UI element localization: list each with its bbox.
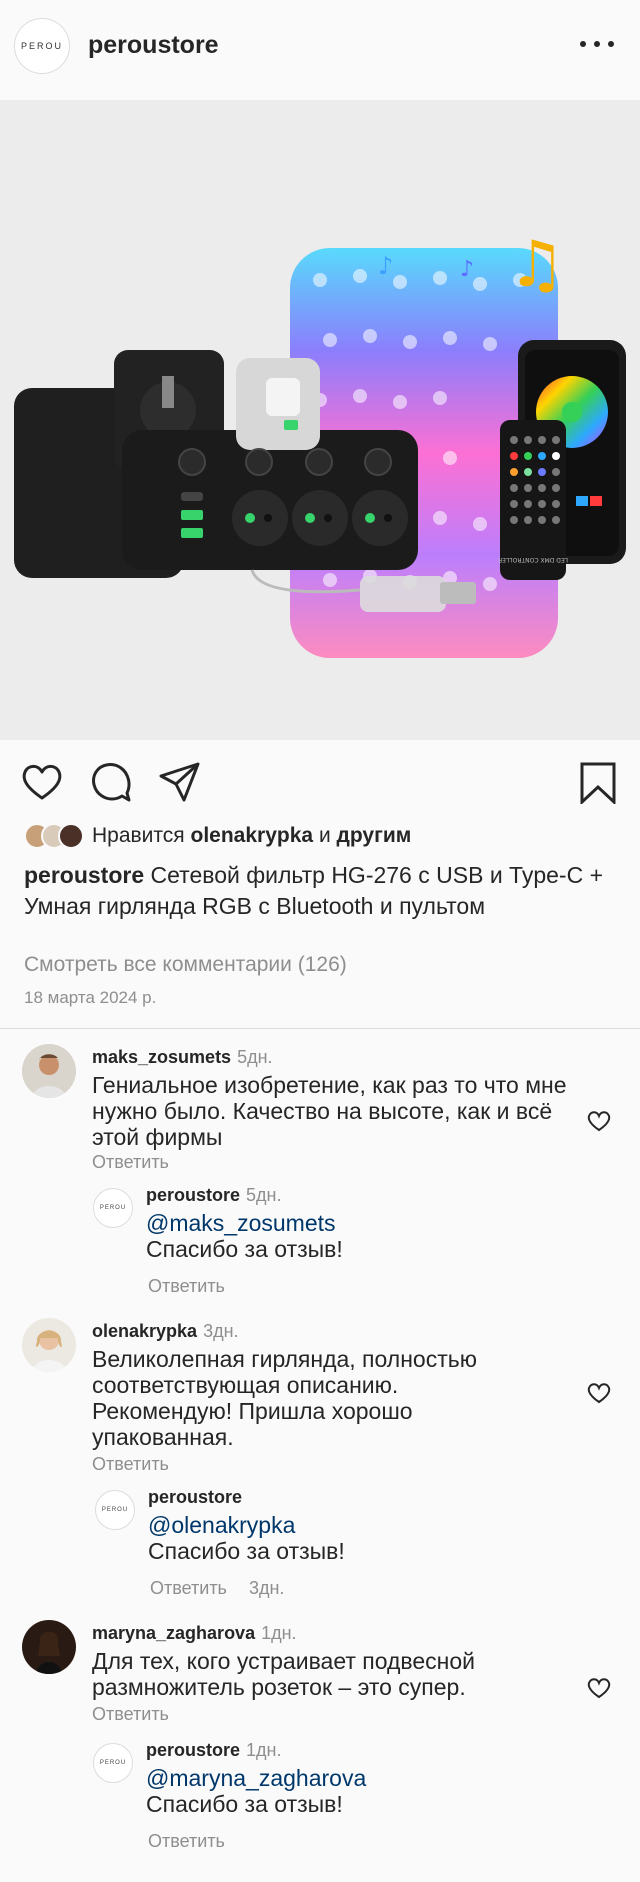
reply-time: 1дн. [246,1740,282,1760]
product-illustration: ♫ ♪ ♪ LED DMX CONTROLLER [14,228,626,658]
comment-username[interactable]: olenakrypka [92,1321,197,1341]
remote-label: LED DMX CONTROLLER [498,556,568,563]
brand-logo-text: PEROU [101,1507,129,1513]
likes-prefix: Нравится [92,824,185,847]
reply-link-label[interactable]: Ответить [148,1831,225,1851]
commenter-avatar[interactable] [22,1620,76,1674]
reply-text: Спасибо за отзыв! [146,1791,343,1817]
reply-link: Ответить [148,1276,247,1297]
brand-logo-text: PEROU [99,1205,127,1211]
commenter-avatar[interactable] [22,1044,76,1098]
likes-others[interactable]: другим [337,824,412,848]
comment-header: maks_zosumets 5дн. [92,1047,273,1068]
reply-link[interactable]: Ответить [92,1152,169,1173]
post-date: 18 марта 2024 р. [24,988,157,1007]
comment-username[interactable]: maryna_zagharova [92,1623,255,1643]
reply-link: Ответить [148,1831,247,1852]
comment-like-icon[interactable] [586,1676,612,1700]
reply-time: 5дн. [246,1185,282,1205]
post-header: PEROU peroustore [0,0,640,100]
reply-link: Ответить 3дн. [150,1578,284,1599]
likes-user[interactable]: olenakrypka [191,824,314,848]
reply-link-label[interactable]: Ответить [148,1276,225,1296]
comment-like-icon[interactable] [586,1381,612,1405]
reply-link[interactable]: Ответить [92,1454,169,1475]
reply-username[interactable]: peroustore [146,1185,240,1205]
reply-mention[interactable]: @maryna_zagharova [146,1765,366,1791]
bookmark-icon[interactable] [576,760,620,804]
reply-mention[interactable]: @maks_zosumets [146,1210,336,1236]
brand-logo-text: PEROU [20,41,63,51]
brand-avatar[interactable]: PEROU [14,18,70,74]
reply-link[interactable]: Ответить [92,1704,169,1725]
reply-header: peroustore 1дн. [146,1740,282,1761]
reply-link-label[interactable]: Ответить [150,1578,227,1598]
comment-text: Для тех, кого устраивает подвесной размн… [92,1648,476,1700]
reply-avatar[interactable]: PEROU [93,1188,133,1228]
svg-text:♪: ♪ [378,252,393,280]
likes-row[interactable]: Нравится olenakrypka и другим [24,822,411,850]
more-icon[interactable] [580,38,614,50]
reply-username[interactable]: peroustore [148,1487,242,1507]
reply-header: peroustore [148,1487,248,1508]
liker-avatar [58,823,84,849]
comment-time: 5дн. [237,1047,273,1067]
commenter-avatar[interactable] [22,1318,76,1372]
reply-avatar[interactable]: PEROU [93,1743,133,1783]
reply-text: Спасибо за отзыв! [146,1236,343,1262]
post-actions [0,760,640,804]
heart-icon[interactable] [20,760,64,804]
reply-mention[interactable]: @olenakrypka [148,1512,295,1538]
reply-text: Спасибо за отзыв! [148,1538,345,1564]
comment-icon[interactable] [89,760,133,804]
view-all-comments-link[interactable]: Смотреть все комментарии (126) [24,953,347,977]
likes-and: и [318,824,331,847]
reply-avatar[interactable]: PEROU [95,1490,135,1530]
reply-username[interactable]: peroustore [146,1740,240,1760]
svg-text:♫: ♫ [508,228,565,302]
comment-username[interactable]: maks_zosumets [92,1047,231,1067]
comment-time: 1дн. [261,1623,297,1643]
comment-text: Гениальное изобретение, как раз то что м… [92,1072,567,1150]
comment-header: olenakrypka 3дн. [92,1321,239,1342]
reply-header: peroustore 5дн. [146,1185,282,1206]
header-username[interactable]: peroustore [88,31,219,60]
caption-username[interactable]: peroustore [24,862,144,888]
svg-text:♪: ♪ [460,257,474,282]
post-image[interactable]: ♫ ♪ ♪ LED DMX CONTROLLER [0,100,640,740]
liker-avatars [24,823,84,849]
comment-header: maryna_zagharova 1дн. [92,1623,297,1644]
comment-like-icon[interactable] [586,1109,612,1133]
reply-link-time: 3дн. [248,1578,285,1598]
divider [0,1028,640,1029]
comment-time: 3дн. [203,1321,239,1341]
share-icon[interactable] [158,760,202,804]
brand-logo-text: PEROU [99,1760,127,1766]
comment-text: Великолепная гирлянда, полностью соответ… [92,1346,477,1450]
post-caption: peroustore Сетевой фильтр HG-276 с USB и… [24,860,624,922]
